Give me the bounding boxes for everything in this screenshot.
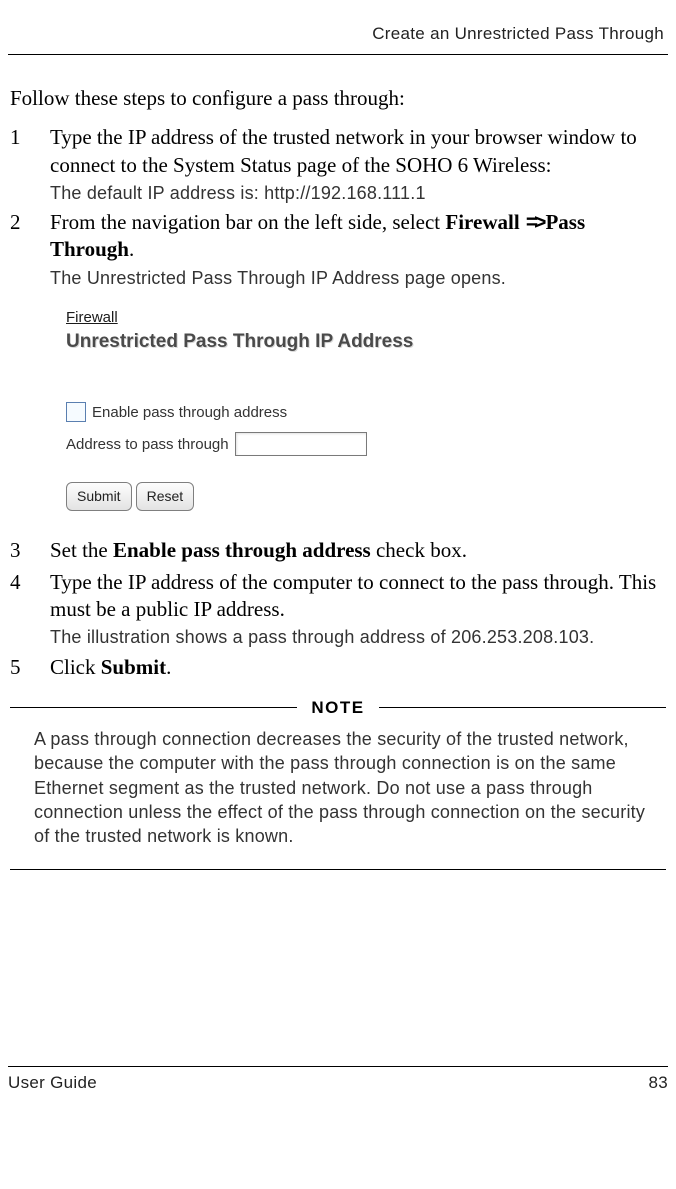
step-3: Set the Enable pass through address chec…	[10, 537, 666, 564]
step-2: From the navigation bar on the left side…	[10, 209, 666, 511]
step-5-bold: Submit	[101, 655, 166, 679]
page-body: Follow these steps to configure a pass t…	[8, 55, 668, 870]
step-5: Click Submit.	[10, 654, 666, 681]
enable-checkbox[interactable]	[66, 402, 86, 422]
note-rule-left	[10, 707, 297, 708]
step-4-annotation: The illustration shows a pass through ad…	[50, 625, 666, 649]
note-rule-right	[379, 707, 666, 708]
page: Create an Unrestricted Pass Through Foll…	[0, 0, 676, 1189]
steps-list: Type the IP address of the trusted netwo…	[10, 124, 666, 681]
address-label: Address to pass through	[66, 435, 229, 455]
step-3-text-b: check box.	[371, 538, 467, 562]
address-input[interactable]	[235, 432, 367, 456]
intro-text: Follow these steps to configure a pass t…	[10, 85, 666, 112]
step-1-annotation: The default IP address is: http://192.16…	[50, 181, 666, 205]
page-footer: User Guide 83	[8, 1066, 668, 1093]
arrow-icon	[525, 209, 546, 236]
breadcrumb: Firewall	[66, 308, 466, 328]
step-2-annotation: The Unrestricted Pass Through IP Address…	[50, 266, 666, 290]
note-label: NOTE	[311, 697, 364, 719]
footer-page-number: 83	[648, 1073, 668, 1093]
note-callout: NOTE A pass through connection decreases…	[10, 697, 666, 870]
page-title: Unrestricted Pass Through IP Address	[66, 330, 466, 355]
note-text: A pass through connection decreases the …	[10, 725, 666, 869]
running-header: Create an Unrestricted Pass Through	[8, 24, 668, 55]
footer-left: User Guide	[8, 1073, 97, 1093]
step-2-text-a: From the navigation bar on the left side…	[50, 210, 445, 234]
step-4: Type the IP address of the computer to c…	[10, 569, 666, 650]
step-4-text: Type the IP address of the computer to c…	[50, 570, 656, 621]
submit-button[interactable]: Submit	[66, 482, 132, 511]
step-5-text-a: Click	[50, 655, 101, 679]
enable-checkbox-label: Enable pass through address	[92, 403, 287, 423]
step-3-bold: Enable pass through address	[113, 538, 371, 562]
step-3-text-a: Set the	[50, 538, 113, 562]
step-1: Type the IP address of the trusted netwo…	[10, 124, 666, 205]
step-1-text: Type the IP address of the trusted netwo…	[50, 125, 637, 176]
step-2-text-b: .	[129, 237, 134, 261]
embedded-screenshot: Firewall Unrestricted Pass Through IP Ad…	[66, 308, 466, 511]
enable-row: Enable pass through address	[66, 402, 466, 422]
address-row: Address to pass through	[66, 432, 466, 456]
step-2-bold-a: Firewall	[445, 210, 519, 234]
button-row: Submit Reset	[66, 482, 466, 511]
note-heading-row: NOTE	[10, 697, 666, 719]
step-5-text-b: .	[166, 655, 171, 679]
reset-button[interactable]: Reset	[136, 482, 195, 511]
